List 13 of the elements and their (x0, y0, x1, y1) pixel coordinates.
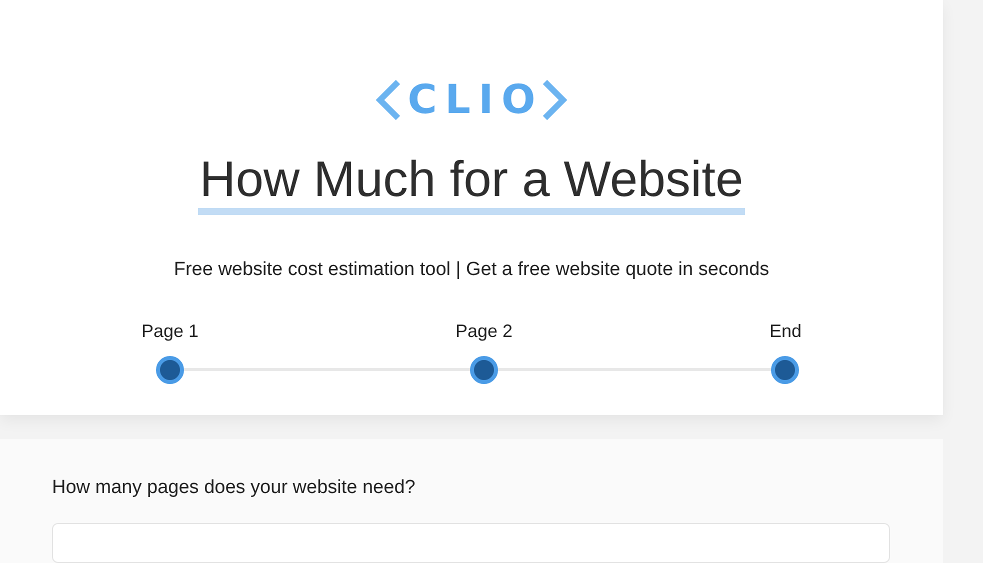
question-label: How many pages does your website need? (52, 477, 416, 499)
subtitle: Free website cost estimation tool | Get a free website quote in seconds (174, 259, 770, 281)
step-dot[interactable] (771, 356, 800, 384)
step-dot[interactable] (470, 356, 498, 384)
logo-text: CLIO (408, 80, 544, 120)
right-chevron-icon (541, 78, 568, 122)
step-dot[interactable] (156, 356, 184, 384)
left-chevron-icon (376, 78, 402, 122)
input-field[interactable] (52, 523, 890, 563)
step-label: End (769, 321, 802, 342)
page-title: How Much for a Website (198, 154, 746, 215)
step-label: Page 2 (455, 321, 513, 342)
step-label: Page 1 (142, 321, 199, 342)
